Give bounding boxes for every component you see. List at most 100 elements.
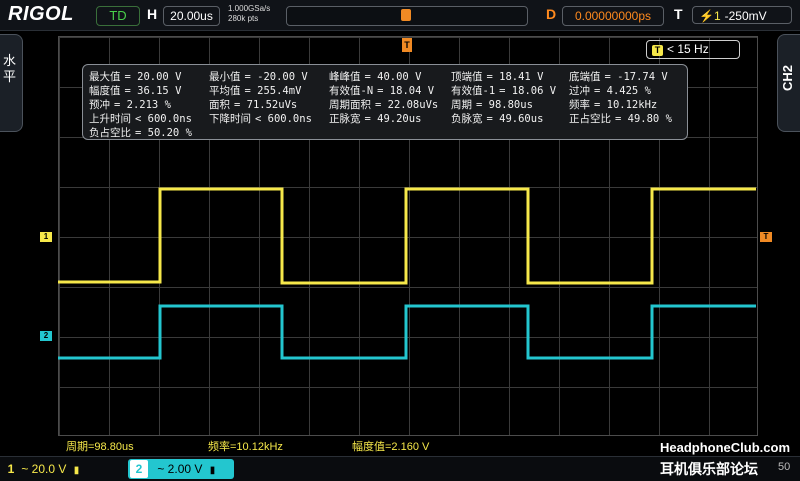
measurement-item: 上升时间 < 600.0ns <box>89 111 192 126</box>
measurement-value: = 98.80us <box>476 99 533 111</box>
ch1-settings[interactable]: 1 ~ 20.0 V ▮ <box>4 460 124 478</box>
brand-logo: RIGOL <box>8 3 74 25</box>
measurement-value: = 49.80 % <box>615 113 672 125</box>
measurement-key: 上升时间 <box>89 113 131 125</box>
sample-rate: 1.000GSa/s <box>228 4 271 13</box>
measurement-value: = 10.12kHz <box>594 99 658 111</box>
period-measurement: 周期=98.80us <box>66 441 134 453</box>
sample-info: 1.000GSa/s 280k pts <box>228 4 270 24</box>
ch2-ground-marker[interactable]: 2 <box>40 331 52 341</box>
measurement-item: 周期 = 98.80us <box>451 97 533 112</box>
measurement-value: = 2.213 % <box>114 99 171 111</box>
measurement-item: 正脉宽 = 49.20us <box>329 111 421 126</box>
measurement-key: 预冲 <box>89 99 110 111</box>
horizontal-tab-label: 水平 <box>3 53 17 84</box>
measurement-value: < 600.0ns <box>255 113 312 125</box>
measurement-key: 正脉宽 <box>329 113 361 125</box>
measurement-key: 正占空比 <box>569 113 611 125</box>
measurement-key: 周期面积 <box>329 99 371 111</box>
measurement-key: 顶端值 <box>451 71 483 83</box>
site-watermark: HeadphoneClub.com 耳机俱乐部论坛 <box>660 440 800 480</box>
measurement-item: 周期面积 = 22.08uVs <box>329 97 438 112</box>
measurement-value: = 49.20us <box>364 113 422 125</box>
ch2-menu-tab[interactable]: CH2 <box>777 34 800 132</box>
measurement-value: = 49.60us <box>486 113 544 125</box>
measurement-item: 幅度值 = 36.15 V <box>89 83 181 98</box>
horizontal-menu-tab[interactable]: 水平 <box>0 34 23 132</box>
measurement-item: 预冲 = 2.213 % <box>89 97 171 112</box>
watermark-cn: 耳机俱乐部论坛 <box>660 461 758 477</box>
measurement-key: 有效值-N <box>329 85 374 97</box>
measurement-key: 有效值-1 <box>451 85 496 97</box>
ch2-scale: ~ 2.00 V <box>157 462 203 476</box>
trigger-frequency-value: < 15 Hz <box>667 42 709 56</box>
measurement-item: 最小值 = -20.00 V <box>209 69 308 84</box>
measurement-key: 负脉宽 <box>451 113 483 125</box>
measurement-value: = 40.00 V <box>364 71 422 83</box>
measurement-item: 下降时间 < 600.0ns <box>209 111 312 126</box>
trigger-label: T <box>674 6 683 22</box>
measurement-item: 频率 = 10.12kHz <box>569 97 657 112</box>
measurement-value: = 18.41 V <box>486 71 544 83</box>
ch1-number: 1 <box>7 462 15 476</box>
measurement-value: = 50.20 % <box>135 127 192 139</box>
measurement-item: 有效值-1 = 18.06 V <box>451 83 556 98</box>
measurement-item: 负脉宽 = 49.60us <box>451 111 543 126</box>
measurement-item: 面积 = 71.52uVs <box>209 97 297 112</box>
ch2-settings[interactable]: 2 ~ 2.00 V ▮ <box>128 459 234 479</box>
trigger-level-display[interactable]: ⚡1 -250mV <box>692 6 792 24</box>
measurement-item: 有效值-N = 18.04 V <box>329 83 434 98</box>
measurement-item: 底端值 = -17.74 V <box>569 69 668 84</box>
measurement-item: 峰峰值 = 40.00 V <box>329 69 421 84</box>
measurement-value: = 4.425 % <box>594 85 651 97</box>
measurement-value: < 600.0ns <box>135 113 192 125</box>
top-status-bar: RIGOL TD H 20.00us 1.000GSa/s 280k pts D… <box>0 0 800 31</box>
measurement-panel: 最大值 = 20.00 V 最小值 = -20.00 V 峰峰值 = 40.00 V 顶端值… <box>82 64 688 140</box>
measurement-item: 正占空比 = 49.80 % <box>569 111 672 126</box>
acquisition-mode-indicator[interactable]: TD <box>96 6 140 26</box>
measurement-key: 面积 <box>209 99 230 111</box>
measurement-key: 底端值 <box>569 71 601 83</box>
measurement-key: 负占空比 <box>89 127 131 139</box>
trigger-level-marker[interactable]: T <box>760 232 772 242</box>
measurement-key: 最小值 <box>209 71 241 83</box>
measurement-item: 平均值 = 255.4mV <box>209 83 301 98</box>
measurement-value: = 18.06 V <box>499 85 557 97</box>
amplitude-measurement: 幅度值=2.160 V <box>352 441 430 453</box>
measurement-key: 平均值 <box>209 85 241 97</box>
trigger-frequency-badge: T < 15 Hz <box>646 40 740 59</box>
measurement-item: 负占空比 = 50.20 % <box>89 125 192 140</box>
measurement-key: 峰峰值 <box>329 71 361 83</box>
measurement-key: 周期 <box>451 99 472 111</box>
measurement-value: = -20.00 V <box>244 71 308 83</box>
measurement-item: 过冲 = 4.425 % <box>569 83 651 98</box>
trigger-position-bar[interactable] <box>286 6 528 26</box>
measurement-key: 频率 <box>569 99 590 111</box>
frequency-measurement: 频率=10.12kHz <box>208 441 283 453</box>
measurement-value: = 22.08uVs <box>375 99 439 111</box>
watermark-site: HeadphoneClub.com <box>660 440 791 455</box>
measurement-value: = 71.52uVs <box>234 99 298 111</box>
trigger-level-value: -250mV <box>724 9 767 23</box>
measurement-value: = -17.74 V <box>604 71 668 83</box>
measurement-item: 顶端值 = 18.41 V <box>451 69 543 84</box>
ch1-scale: ~ 20.0 V <box>21 462 67 476</box>
measurement-item: 最大值 = 20.00 V <box>89 69 181 84</box>
measurement-value: = 18.04 V <box>377 85 435 97</box>
ch2-tab-label: CH2 <box>780 65 795 92</box>
trigger-position-marker-icon <box>401 9 411 21</box>
timebase-value[interactable]: 20.00us <box>163 6 220 26</box>
memory-depth: 280k pts <box>228 14 259 23</box>
ch2-number: 2 <box>130 460 148 478</box>
bw-limit-icon: ▮ <box>73 465 80 476</box>
rising-edge-icon: ⚡1 <box>699 9 721 23</box>
trigger-time-marker-icon[interactable]: T <box>402 38 412 52</box>
delay-value[interactable]: 0.00000000ps <box>562 6 664 26</box>
measurement-value: = 36.15 V <box>124 85 182 97</box>
measurement-key: 幅度值 <box>89 85 121 97</box>
ch1-ground-marker[interactable]: 1 <box>40 232 52 242</box>
measurement-value: = 20.00 V <box>124 71 182 83</box>
measurement-value: = 255.4mV <box>244 85 302 97</box>
delay-label: D <box>546 6 557 22</box>
measurement-key: 过冲 <box>569 85 590 97</box>
